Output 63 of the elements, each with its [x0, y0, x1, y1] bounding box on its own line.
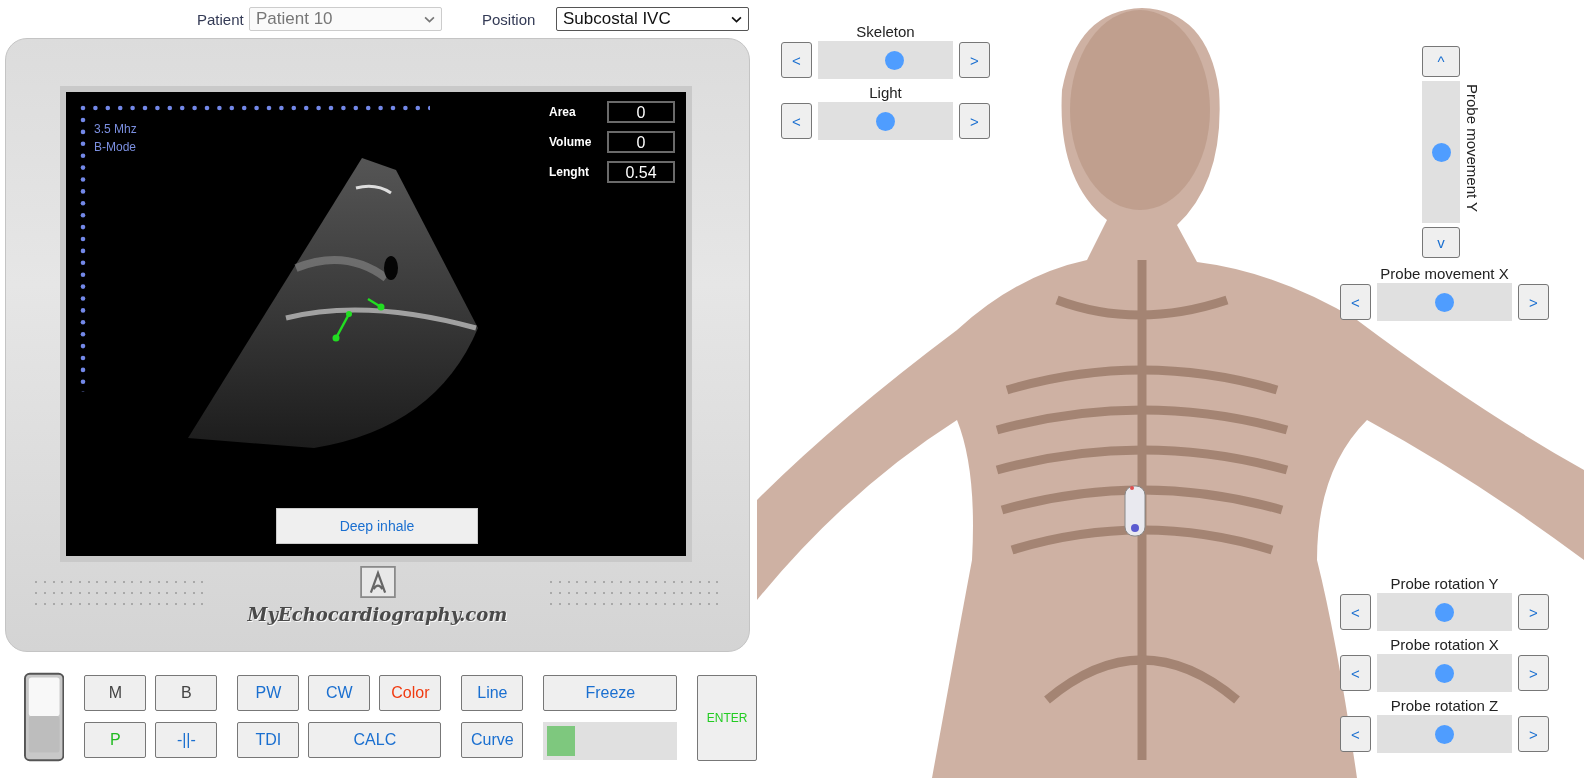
slider-label: Light [869, 83, 902, 102]
control-button[interactable]: PW [237, 675, 300, 711]
increase-button[interactable]: > [959, 42, 990, 78]
decrease-button[interactable]: < [1340, 284, 1371, 320]
control-button[interactable]: Curve [461, 722, 524, 758]
slider-thumb[interactable] [1435, 602, 1454, 622]
slider-label: Skeleton [856, 22, 915, 41]
patient-label: Patient [197, 10, 245, 28]
slider-track[interactable] [1422, 81, 1460, 223]
slider-thumb[interactable] [1435, 292, 1454, 312]
slider-track[interactable] [1377, 715, 1512, 753]
slider-label: Probe rotation X [1390, 635, 1499, 654]
slider-label: Probe rotation Z [1390, 696, 1499, 715]
brand-text: MyEchocardiography.com [247, 604, 508, 625]
decrease-button[interactable]: < [781, 42, 812, 78]
freeze-button[interactable]: Freeze [543, 675, 678, 711]
slider-thumb[interactable] [876, 111, 895, 131]
control-button[interactable]: Line [461, 675, 524, 711]
toggle-switch-icon [24, 671, 65, 763]
decrease-button[interactable]: < [1340, 716, 1371, 752]
measurement-value: 0 [607, 101, 675, 123]
decrease-button[interactable]: < [781, 103, 812, 139]
control-button[interactable]: Color [379, 675, 442, 711]
chevron-down-icon [424, 15, 435, 23]
increase-button[interactable]: > [1518, 594, 1549, 630]
measurement-value: 0.54 [607, 161, 675, 183]
control-button[interactable]: TDI [237, 722, 300, 758]
slider-label: Probe movement X [1380, 264, 1509, 283]
slider-label: Probe rotation Y [1390, 574, 1499, 593]
control-button[interactable]: -||- [155, 722, 218, 758]
measurement-label: Lenght [549, 165, 590, 179]
position-label: Position [482, 10, 537, 28]
slider-track[interactable] [818, 102, 953, 140]
slider-track[interactable] [818, 41, 953, 79]
increase-button[interactable]: > [1518, 716, 1549, 752]
measurement-label: Volume [549, 135, 593, 149]
deep-inhale-button[interactable]: Deep inhale [276, 508, 478, 544]
increase-button[interactable]: > [1518, 655, 1549, 691]
slider-thumb[interactable] [1435, 663, 1454, 683]
decrease-button[interactable]: < [1340, 594, 1371, 630]
position-select[interactable]: Subcostal IVC [556, 7, 749, 31]
slider-track[interactable] [1377, 593, 1512, 631]
control-button[interactable]: B [155, 675, 218, 711]
increase-button[interactable]: ^ [1422, 46, 1460, 77]
mode-text: B-Mode [94, 140, 137, 154]
decrease-button[interactable]: < [1340, 655, 1371, 691]
frequency-text: 3.5 Mhz [94, 122, 137, 136]
increase-button[interactable]: > [959, 103, 990, 139]
decrease-button[interactable]: v [1422, 227, 1460, 258]
slider-track[interactable] [1377, 283, 1512, 321]
slider-thumb[interactable] [1435, 724, 1454, 744]
slider-thumb[interactable] [1431, 142, 1451, 162]
logo-icon [359, 566, 396, 598]
control-button[interactable]: M [84, 675, 147, 711]
slider-track[interactable] [1377, 654, 1512, 692]
chevron-down-icon [731, 15, 742, 23]
slider-label: Probe movement Y [1464, 84, 1481, 215]
increase-button[interactable]: > [1518, 284, 1549, 320]
control-button[interactable]: CALC [308, 722, 442, 758]
measurement-value: 0 [607, 131, 675, 153]
slider-thumb[interactable] [885, 50, 905, 70]
control-button[interactable]: CW [308, 675, 371, 711]
measurement-label: Area [549, 105, 577, 119]
